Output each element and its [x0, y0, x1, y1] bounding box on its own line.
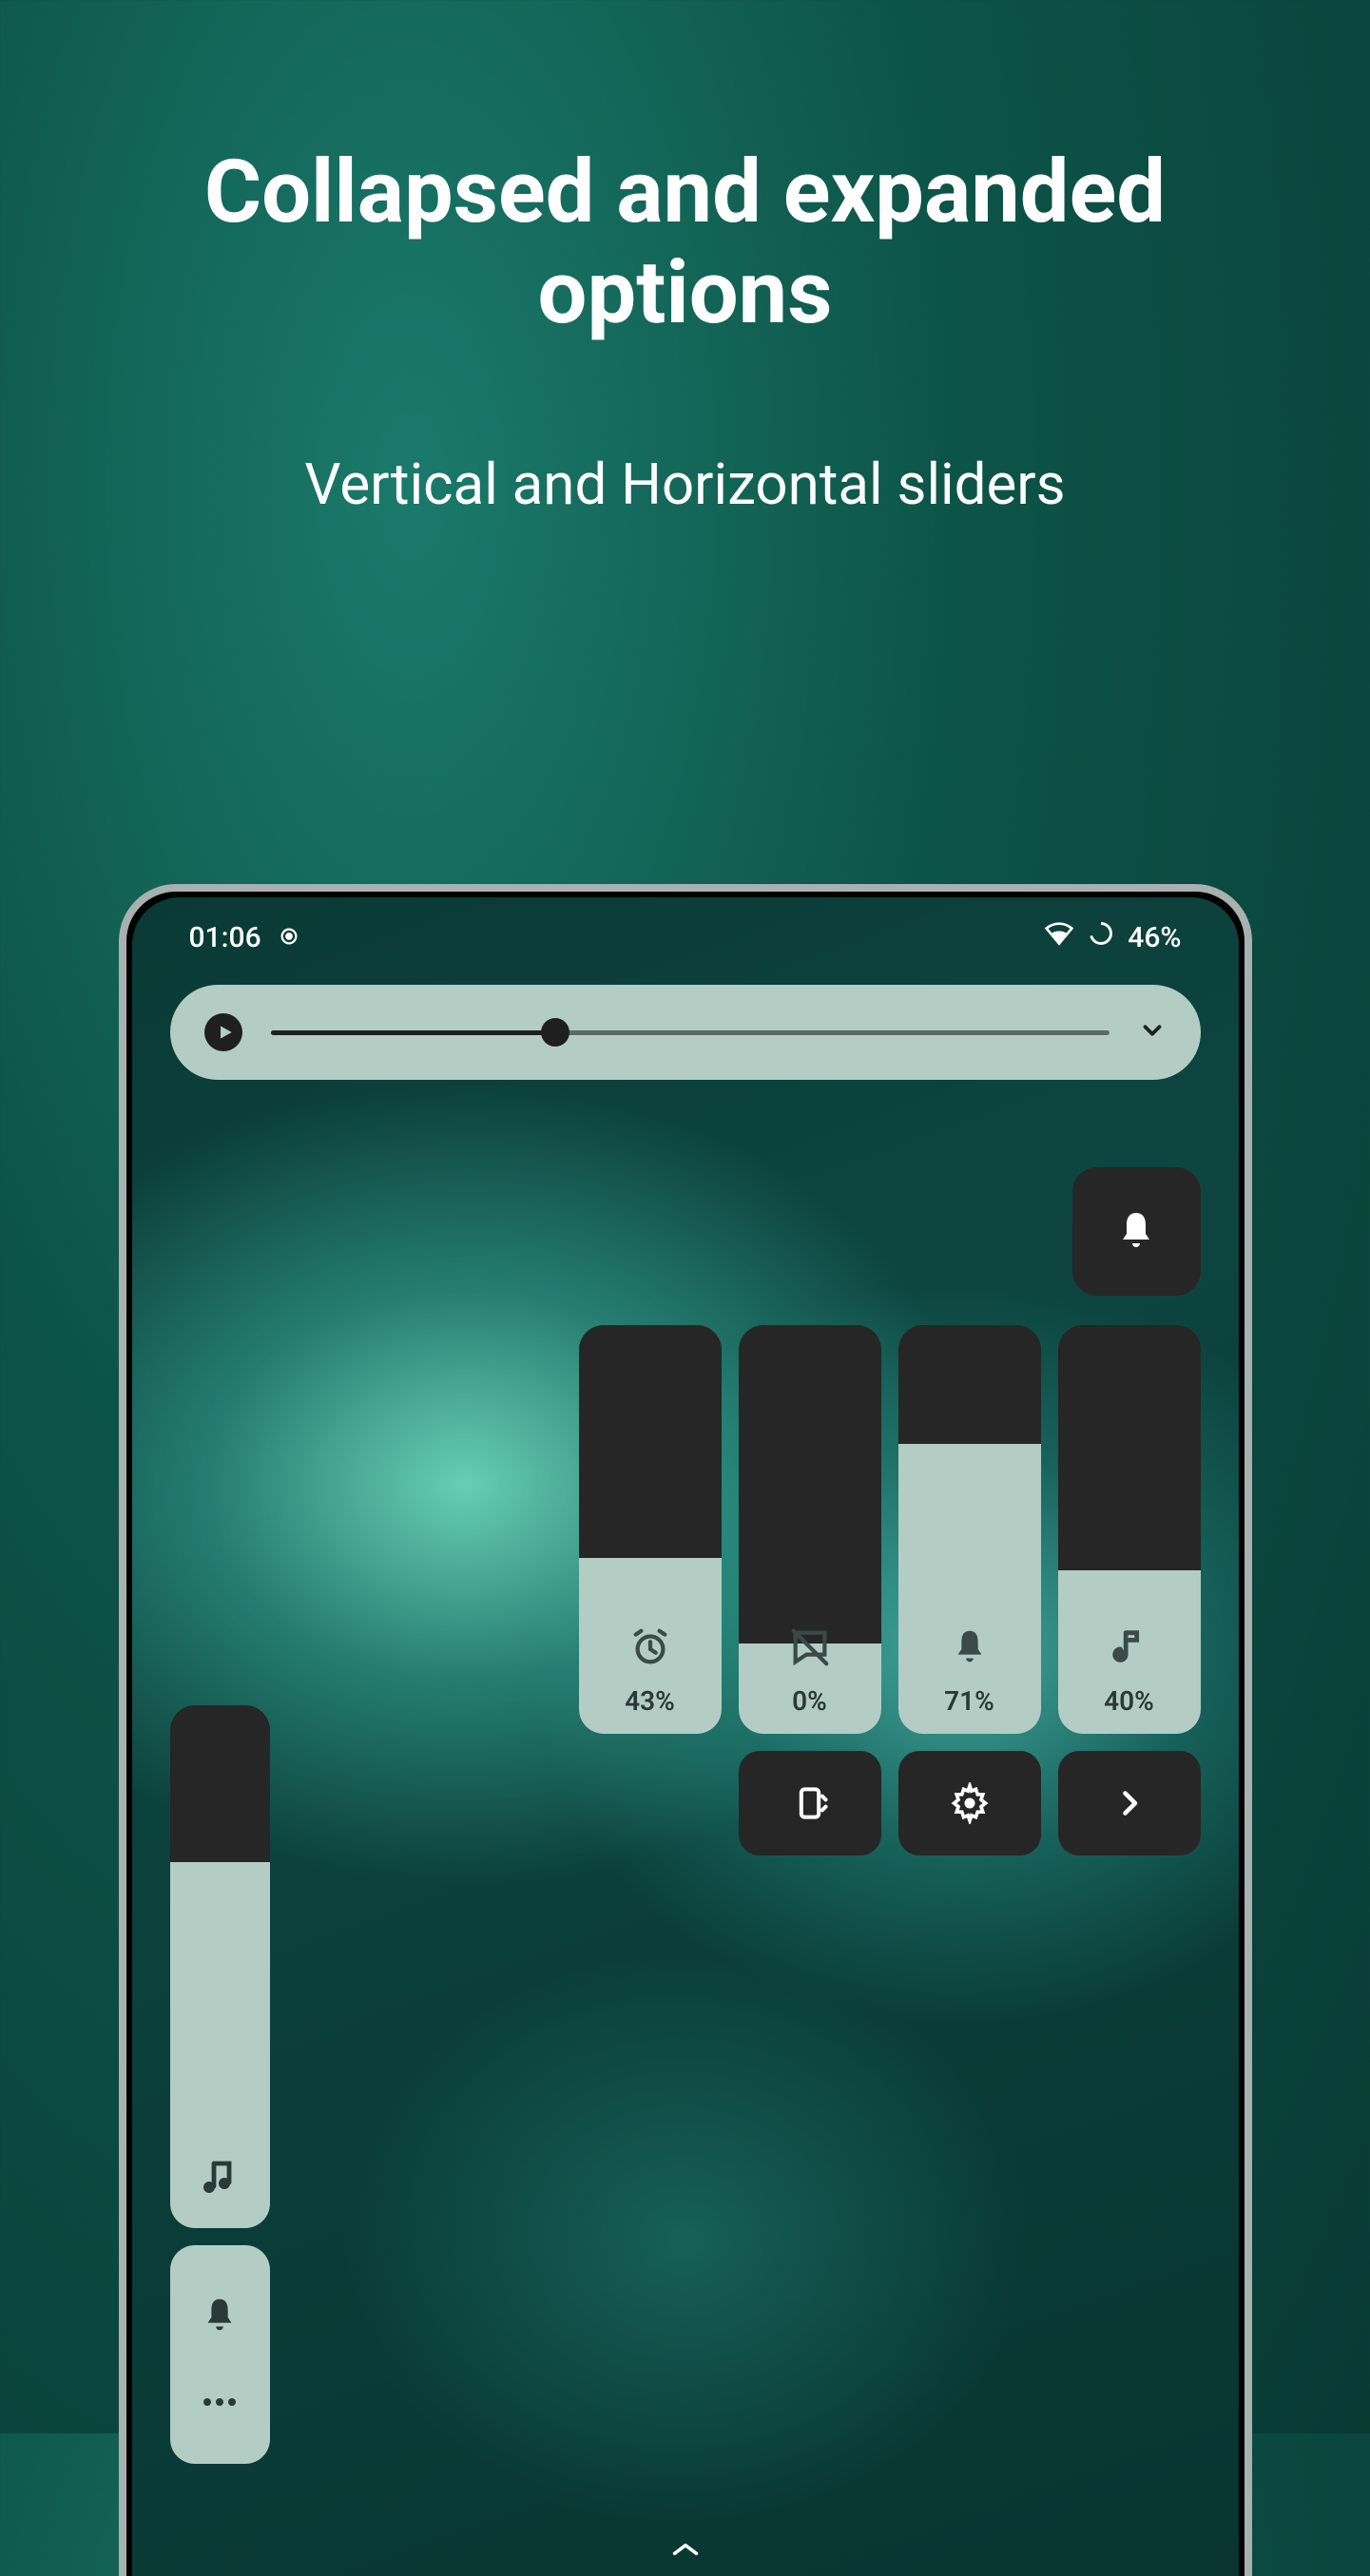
media-seek-bar[interactable] — [170, 985, 1201, 1080]
media-slider[interactable]: 40% — [1058, 1325, 1201, 1734]
notification-toggle-button[interactable] — [1072, 1167, 1201, 1296]
alarm-slider-label: 43% — [625, 1685, 675, 1717]
phone-frame: 01:06 46% — [119, 884, 1252, 2576]
play-button[interactable] — [204, 1013, 242, 1051]
ring-slider[interactable]: 71% — [898, 1325, 1041, 1734]
notification-slider[interactable]: 0% — [739, 1325, 881, 1734]
more-icon[interactable] — [198, 2393, 241, 2415]
action-buttons-row — [739, 1751, 1201, 1855]
chat-off-icon — [788, 1625, 832, 1673]
status-time: 01:06 — [189, 921, 261, 954]
target-icon — [279, 921, 299, 954]
collapsed-media-slider[interactable] — [170, 1705, 270, 2228]
expand-button[interactable] — [1058, 1751, 1201, 1855]
bell-icon — [948, 1625, 992, 1673]
ring-slider-label: 71% — [944, 1685, 994, 1717]
vibrate-button[interactable] — [739, 1751, 881, 1855]
nav-handle-icon[interactable] — [668, 2540, 703, 2563]
collapsed-extras-panel — [170, 2245, 270, 2464]
seek-fill — [271, 1030, 556, 1035]
alarm-slider[interactable]: 43% — [579, 1325, 722, 1734]
chevron-down-icon[interactable] — [1138, 1016, 1167, 1048]
status-bar: 01:06 46% — [132, 897, 1239, 956]
seek-thumb[interactable] — [541, 1018, 569, 1047]
status-battery: 46% — [1128, 921, 1181, 954]
seek-track[interactable] — [271, 1030, 1110, 1035]
vertical-sliders-group: 43% 0% 71% 40% — [579, 1325, 1201, 1734]
promo-title: Collapsed and expanded options — [0, 143, 1370, 344]
music-note-icon — [1108, 1625, 1151, 1673]
music-note-icon — [197, 2156, 242, 2205]
bell-icon[interactable] — [198, 2294, 241, 2341]
wifi-icon — [1044, 918, 1074, 956]
notification-slider-label: 0% — [792, 1685, 827, 1717]
phone-screen: 01:06 46% — [132, 897, 1239, 2576]
promo-subtitle: Vertical and Horizontal sliders — [0, 449, 1370, 520]
battery-ring-icon — [1088, 920, 1114, 954]
alarm-icon — [628, 1625, 672, 1673]
media-slider-label: 40% — [1104, 1685, 1154, 1717]
settings-button[interactable] — [898, 1751, 1041, 1855]
